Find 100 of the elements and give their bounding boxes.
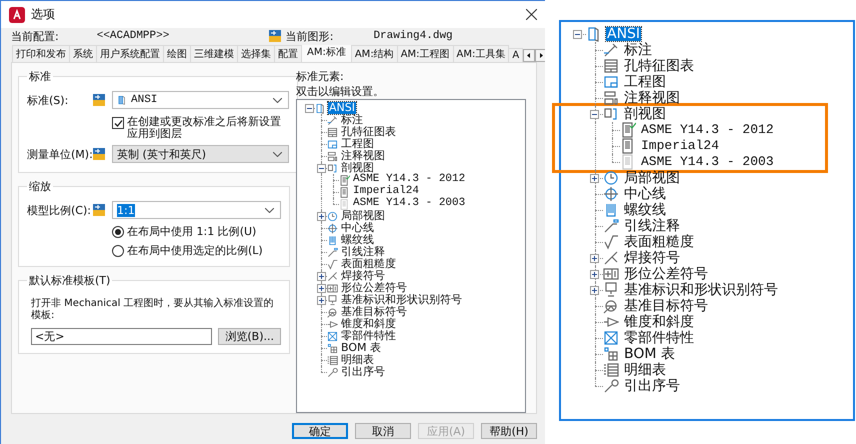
tree-item[interactable]: 明细表	[623, 362, 667, 378]
tree-item[interactable]: 局部视图	[623, 170, 681, 186]
tree-item[interactable]: BOM 表	[623, 346, 676, 362]
expand-toggle[interactable]	[590, 286, 599, 294]
tree-item[interactable]: 焊接符号	[340, 270, 386, 282]
tree-item[interactable]: 零部件特性	[340, 330, 397, 342]
list-icon	[327, 354, 338, 366]
tree-item[interactable]: 基准目标符号	[623, 298, 709, 314]
tree-item[interactable]: 引线注释	[340, 246, 386, 258]
views-icon	[603, 90, 619, 106]
tree-item[interactable]: 螺纹线	[623, 202, 667, 218]
tree-item[interactable]: 引线注释	[623, 218, 681, 234]
tab[interactable]: A	[508, 48, 524, 62]
expand-toggle[interactable]	[573, 30, 582, 38]
tree-item[interactable]: 零部件特性	[623, 330, 695, 346]
tree-item[interactable]: 引出序号	[623, 378, 681, 394]
table-icon	[603, 58, 619, 74]
tree-item[interactable]: 剖视图	[340, 162, 375, 174]
tree-item[interactable]: 形位公差符号	[623, 266, 709, 282]
expand-toggle[interactable]	[316, 212, 326, 220]
dialog-button[interactable]: 帮助(H)	[481, 423, 537, 439]
clock-icon	[327, 210, 338, 222]
radio-button[interactable]	[112, 226, 124, 238]
tab[interactable]: 打印和发布	[12, 45, 70, 62]
tree-item[interactable]: 明细表	[340, 354, 375, 366]
tree-item[interactable]: 中心线	[623, 186, 667, 202]
tree-item[interactable]: BOM 表	[340, 342, 382, 354]
tree-item[interactable]: 基准标识和形状识别符号	[623, 282, 779, 298]
tree-item[interactable]: ANSI	[606, 26, 642, 42]
radio-button[interactable]	[112, 244, 124, 256]
group-title: 默认标准模板(T)	[28, 273, 112, 288]
tree-item[interactable]: 锥度和斜度	[340, 318, 397, 330]
tree-item[interactable]: 螺纹线	[340, 234, 375, 246]
expand-toggle[interactable]	[316, 296, 326, 304]
expand-toggle[interactable]	[590, 270, 599, 278]
profile-value: <<ACADMPP>>	[96, 30, 170, 42]
tree-item[interactable]: 表面粗糙度	[623, 234, 695, 250]
book-icon	[117, 94, 127, 106]
tree-item[interactable]: 引出序号	[340, 366, 386, 378]
scroll-right-icon[interactable]	[535, 49, 545, 62]
expand-toggle[interactable]	[590, 254, 599, 262]
expand-toggle[interactable]	[316, 164, 326, 172]
taper-icon	[327, 318, 338, 330]
checkbox[interactable]	[112, 117, 124, 129]
units-select[interactable]: 英制 (英寸和英尺)	[112, 145, 289, 163]
radio-label: 在布局中使用选定的比例(L)	[127, 243, 263, 258]
tree-item[interactable]: ASME Y14.3 - 2012	[352, 174, 466, 186]
balloon-icon	[327, 366, 338, 378]
crosshair-icon	[327, 222, 338, 234]
balloon-icon	[603, 378, 619, 394]
tree-item[interactable]: ASME Y14.3 - 2012	[640, 123, 775, 137]
expand-toggle[interactable]	[316, 272, 326, 280]
profile-label: 当前配置:	[11, 28, 59, 44]
tree-item[interactable]: 基准目标符号	[340, 306, 408, 318]
tree-item[interactable]: 中心线	[340, 222, 375, 234]
dropdown-caret-icon	[265, 208, 274, 212]
tree-item[interactable]: 工程图	[623, 74, 667, 90]
views-icon	[327, 150, 338, 162]
field-label: 测量单位(M):	[27, 146, 93, 162]
weld-icon	[327, 270, 338, 282]
tree-item[interactable]: 标注	[340, 114, 364, 126]
tree-item[interactable]: 标注	[623, 42, 653, 58]
tree-item[interactable]: 锥度和斜度	[623, 314, 695, 330]
tree-item[interactable]: 孔特征图表	[340, 126, 397, 138]
tree-item[interactable]: 局部视图	[340, 210, 386, 222]
template-description: 打开非 Mechanical 工程图时，要从其输入标准设置的模板:	[31, 298, 275, 322]
list-icon	[603, 362, 619, 378]
scroll-left-icon[interactable]	[523, 49, 536, 62]
field-label: 模型比例(C):	[27, 202, 92, 218]
tab[interactable]: AM:工具集	[452, 45, 510, 62]
close-icon[interactable]	[526, 9, 537, 20]
tree-item[interactable]: 注释视图	[340, 150, 386, 162]
tolerance-icon	[327, 282, 338, 294]
browse-button[interactable]: 浏览(B)...	[218, 328, 281, 345]
tree-item[interactable]: 工程图	[340, 138, 375, 150]
expand-toggle[interactable]	[316, 284, 326, 292]
tree-item[interactable]: ANSI	[328, 102, 356, 114]
tree-item[interactable]: Imperial24	[352, 186, 420, 198]
group-title: 标准	[28, 69, 52, 84]
target-icon	[603, 298, 619, 314]
expand-toggle[interactable]	[590, 174, 599, 182]
dialog-button[interactable]: 取消	[355, 423, 411, 439]
tree-item[interactable]: 形位公差符号	[340, 282, 408, 294]
dialog-button[interactable]: 确定	[292, 423, 348, 439]
expand-toggle[interactable]	[590, 110, 599, 118]
tree-item[interactable]: Imperial24	[640, 139, 720, 153]
weld-icon	[603, 250, 619, 266]
tree-item[interactable]: 焊接符号	[623, 250, 681, 266]
tile-icon	[93, 204, 105, 216]
standard-select[interactable]: ANSI	[112, 91, 289, 109]
tab[interactable]: AM:标准	[301, 45, 352, 62]
tree-item[interactable]: 注释视图	[623, 90, 681, 106]
tree-item[interactable]: 剖视图	[623, 106, 667, 122]
template-field[interactable]: <无>	[31, 328, 212, 345]
tree-item[interactable]: 基准标识和形状识别符号	[340, 294, 463, 306]
roughness-icon	[327, 258, 338, 270]
expand-toggle[interactable]	[304, 104, 314, 112]
scale-combo[interactable]: 1:1	[112, 201, 281, 219]
tree-item[interactable]: 表面粗糙度	[340, 258, 397, 270]
tree-item[interactable]: 孔特征图表	[623, 58, 695, 74]
